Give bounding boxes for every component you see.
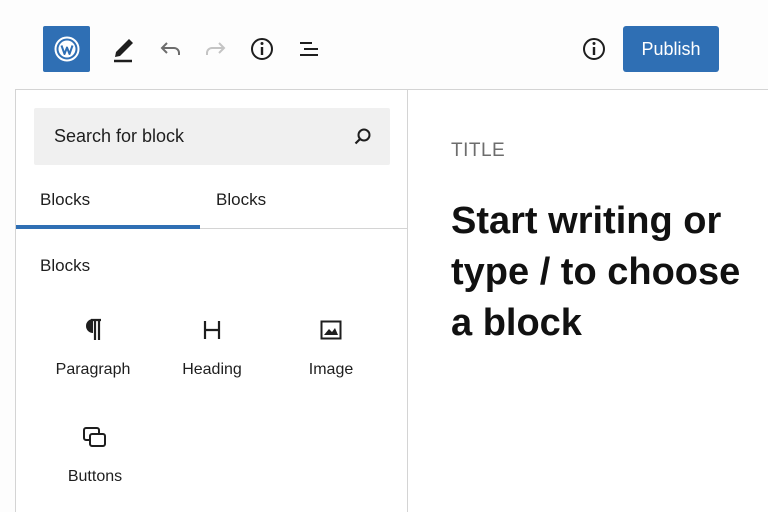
block-label: Buttons: [67, 468, 123, 485]
wordpress-logo-button[interactable]: [43, 26, 90, 72]
redo-button[interactable]: [200, 34, 230, 64]
editor-canvas: TITLE Start writing or type / to choose …: [408, 89, 768, 512]
details-button[interactable]: [247, 34, 277, 64]
info-icon: [251, 38, 273, 60]
top-toolbar: Publish: [0, 0, 768, 90]
block-search-input[interactable]: Search for block: [34, 108, 390, 165]
list-view-button[interactable]: [294, 34, 324, 64]
image-icon: [318, 313, 344, 347]
info-icon: [583, 38, 605, 60]
undo-icon: [160, 42, 180, 55]
block-paragraph[interactable]: Paragraph: [38, 313, 148, 393]
redo-icon: [206, 42, 226, 55]
publish-button[interactable]: Publish: [623, 26, 719, 72]
block-label: Image: [308, 361, 354, 378]
tab-blocks-secondary[interactable]: Blocks: [216, 190, 266, 210]
active-tab-indicator: [16, 225, 200, 229]
block-image[interactable]: Image: [276, 313, 386, 393]
inserter-tabs: Blocks Blocks: [16, 180, 407, 229]
edit-pencil-icon: [114, 39, 133, 63]
list-view-icon: [300, 42, 318, 56]
block-label: Heading: [182, 361, 242, 378]
block-inserter-panel: Search for block Blocks Blocks Blocks Pa…: [15, 89, 408, 512]
post-title-placeholder[interactable]: TITLE: [451, 140, 505, 162]
block-heading[interactable]: Heading: [157, 313, 267, 393]
help-button[interactable]: [579, 34, 609, 64]
edit-tool-button[interactable]: [108, 34, 138, 64]
block-label: Paragraph: [55, 361, 131, 378]
paragraph-icon: [81, 313, 105, 347]
block-buttons[interactable]: Buttons: [40, 420, 150, 500]
search-placeholder: Search for block: [54, 126, 185, 146]
blocks-section-title: Blocks: [40, 256, 91, 275]
search-icon: [354, 128, 371, 145]
buttons-icon: [81, 420, 109, 454]
tab-blocks[interactable]: Blocks: [40, 190, 90, 210]
undo-button[interactable]: [156, 34, 186, 64]
heading-icon: [200, 313, 224, 347]
wordpress-logo-icon: [54, 36, 79, 62]
editor-window: Publish Search for block Blocks Blocks B…: [0, 0, 768, 512]
block-appender-placeholder[interactable]: Start writing or type / to choose a bloc…: [451, 196, 761, 349]
